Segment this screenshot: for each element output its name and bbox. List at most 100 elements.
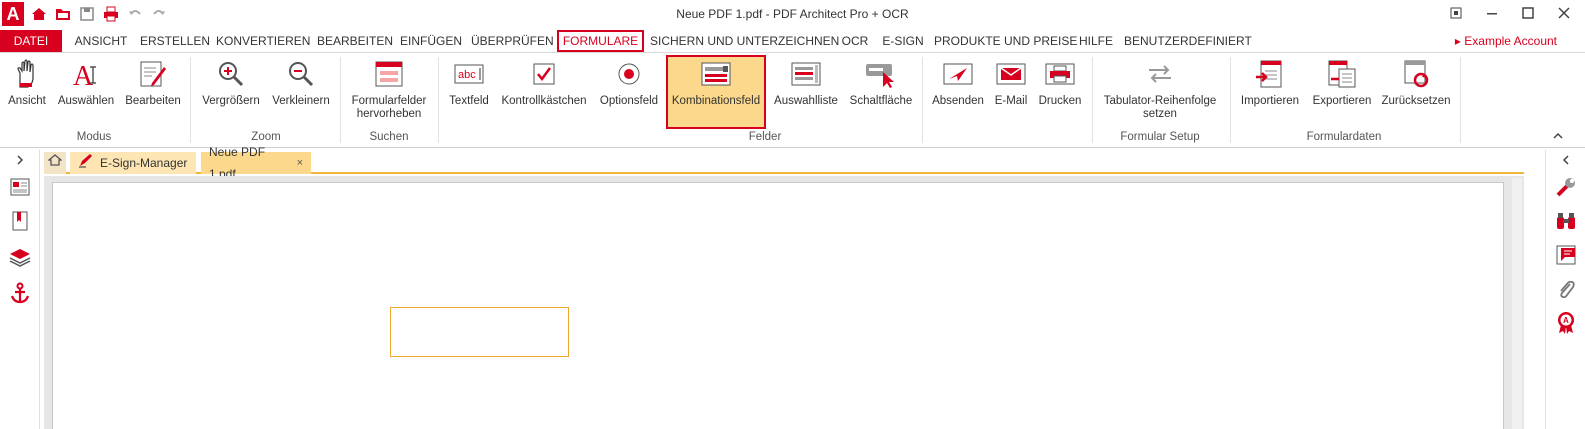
importieren-label: Importieren: [1240, 95, 1300, 107]
collapse-ribbon-icon[interactable]: [1553, 129, 1563, 143]
auswahlliste-button[interactable]: Auswahlliste: [770, 57, 842, 125]
tab-produkte-und-preise[interactable]: PRODUKTE UND PREISE: [934, 30, 1077, 52]
vergroessern-button[interactable]: Vergrößern: [198, 57, 264, 125]
auswaehlen-button[interactable]: A Auswählen: [54, 57, 118, 125]
ribbon-separator: [1092, 57, 1093, 143]
kombinationsfeld-button[interactable]: Kombinationsfeld: [666, 55, 766, 129]
highlight-fields-icon: [374, 60, 404, 92]
window-controls: [1447, 4, 1573, 22]
bookmarks-icon[interactable]: [9, 210, 31, 232]
print-icon: [1045, 61, 1075, 91]
checkbox-icon: [532, 62, 556, 90]
tab-benutzerdefiniert[interactable]: BENUTZERDEFINIERT: [1124, 30, 1252, 52]
maximize-icon[interactable]: [1519, 4, 1537, 22]
textfield-icon: abc: [454, 61, 484, 91]
svg-text:A: A: [73, 61, 94, 89]
formularfelder-hervorheben-button[interactable]: Formularfelder hervorheben: [346, 57, 432, 125]
tab-bearbeiten[interactable]: BEARBEITEN: [317, 30, 393, 52]
kontrollkaestchen-button[interactable]: Kontrollkästchen: [498, 57, 590, 125]
drucken-label: Drucken: [1038, 95, 1082, 107]
binoculars-icon[interactable]: [1555, 210, 1577, 232]
ribbon-separator: [1460, 57, 1461, 143]
tab-neue-pdf-1[interactable]: Neue PDF 1.pdf ×: [201, 145, 311, 181]
bearbeiten-label: Bearbeiten: [125, 95, 181, 107]
group-label-modus: Modus: [76, 131, 112, 143]
edit-icon: [138, 59, 168, 93]
bearbeiten-button[interactable]: Bearbeiten: [122, 57, 184, 125]
zoom-in-icon: [217, 60, 245, 92]
absenden-label: Absenden: [932, 95, 984, 107]
ribbon-separator: [1230, 57, 1231, 143]
reset-icon: [1401, 59, 1431, 93]
vergroessern-label: Vergrößern: [202, 95, 260, 107]
verkleinern-button[interactable]: Verkleinern: [268, 57, 334, 125]
text-select-icon: A: [71, 59, 101, 93]
pages-panel-icon[interactable]: [9, 176, 31, 198]
tab-ansicht[interactable]: ANSICHT: [70, 30, 132, 52]
kombinationsfeld-label: Kombinationsfeld: [671, 95, 761, 107]
tab-ueberpruefen[interactable]: ÜBERPRÜFEN: [471, 30, 554, 52]
exportieren-label: Exportieren: [1312, 95, 1372, 107]
tab-e-sign[interactable]: E-SIGN: [880, 30, 926, 52]
exportieren-button[interactable]: Exportieren: [1308, 57, 1376, 125]
attachment-icon[interactable]: [1555, 278, 1577, 300]
anchor-icon[interactable]: [9, 282, 31, 304]
home-tab[interactable]: [44, 152, 66, 174]
zoom-out-icon: [287, 60, 315, 92]
ansicht-button[interactable]: Ansicht: [4, 57, 50, 125]
ribbon: Ansicht A Auswählen Bearbeiten Modus Ver…: [0, 52, 1585, 148]
schaltflaeche-button[interactable]: Schaltfläche: [846, 57, 916, 125]
ansicht-label: Ansicht: [8, 95, 46, 107]
expand-left-panel-icon[interactable]: [9, 152, 31, 168]
group-label-suchen: Suchen: [369, 131, 409, 143]
home-icon: [47, 152, 63, 174]
zuruecksetzen-button[interactable]: Zurücksetzen: [1380, 57, 1452, 125]
tab-einfuegen[interactable]: EINFÜGEN: [399, 30, 463, 52]
textfeld-button[interactable]: abc Textfeld: [444, 57, 494, 125]
account-link[interactable]: ▸ Example Account: [1455, 30, 1557, 52]
importieren-button[interactable]: Importieren: [1236, 57, 1304, 125]
group-label-formulardaten: Formulardaten: [1306, 131, 1382, 143]
ribbon-separator: [340, 57, 341, 143]
tab-e-sign-manager[interactable]: E-Sign-Manager: [70, 152, 196, 174]
listbox-icon: [791, 61, 821, 91]
tab-sichern-und-unterzeichnen[interactable]: SICHERN UND UNTERZEICHNEN: [650, 30, 839, 52]
comments-icon[interactable]: [1555, 244, 1577, 266]
form-field-combobox[interactable]: [390, 307, 569, 357]
email-icon: [996, 61, 1026, 91]
minimize-icon[interactable]: [1483, 4, 1501, 22]
vertical-scrollbar[interactable]: [1512, 178, 1522, 429]
formularfelder-hervorheben-label: Formularfelder hervorheben: [351, 95, 427, 120]
tab-datei[interactable]: DATEI: [0, 30, 62, 52]
zuruecksetzen-label: Zurücksetzen: [1381, 95, 1451, 107]
absenden-button[interactable]: Absenden: [928, 57, 988, 125]
pdf-page[interactable]: [52, 182, 1504, 429]
tab-hilfe[interactable]: HILFE: [1077, 30, 1115, 52]
radio-icon: [617, 62, 641, 90]
kontrollkaestchen-label: Kontrollkästchen: [501, 95, 587, 107]
combobox-icon: [701, 61, 731, 91]
document-viewport: [44, 176, 1524, 429]
tab-formulare[interactable]: FORMULARE: [557, 30, 644, 52]
collapse-right-panel-icon[interactable]: [1555, 152, 1577, 168]
close-icon[interactable]: [1555, 4, 1573, 22]
close-tab-icon[interactable]: ×: [297, 152, 303, 174]
document-tab-strip: E-Sign-Manager Neue PDF 1.pdf ×: [44, 145, 1524, 181]
e-mail-button[interactable]: E-Mail: [990, 57, 1032, 125]
tab-konvertieren[interactable]: KONVERTIEREN: [216, 30, 310, 52]
restore-view-icon[interactable]: [1447, 4, 1465, 22]
e-sign-manager-label: E-Sign-Manager: [100, 156, 188, 170]
ribbon-separator: [438, 57, 439, 143]
optionsfeld-button[interactable]: Optionsfeld: [594, 57, 664, 125]
tabulator-reihenfolge-button[interactable]: Tabulator-Reihenfolge setzen: [1098, 57, 1222, 125]
auswaehlen-label: Auswählen: [57, 95, 115, 107]
send-icon: [943, 61, 973, 91]
certificate-icon[interactable]: A: [1555, 312, 1577, 334]
hand-icon: [14, 59, 40, 93]
layers-icon[interactable]: [9, 246, 31, 268]
wrench-icon[interactable]: [1555, 176, 1577, 198]
tab-ocr[interactable]: OCR: [838, 30, 872, 52]
tab-erstellen[interactable]: ERSTELLEN: [140, 30, 210, 52]
drucken-button[interactable]: Drucken: [1034, 57, 1086, 125]
group-label-felder: Felder: [748, 131, 782, 143]
